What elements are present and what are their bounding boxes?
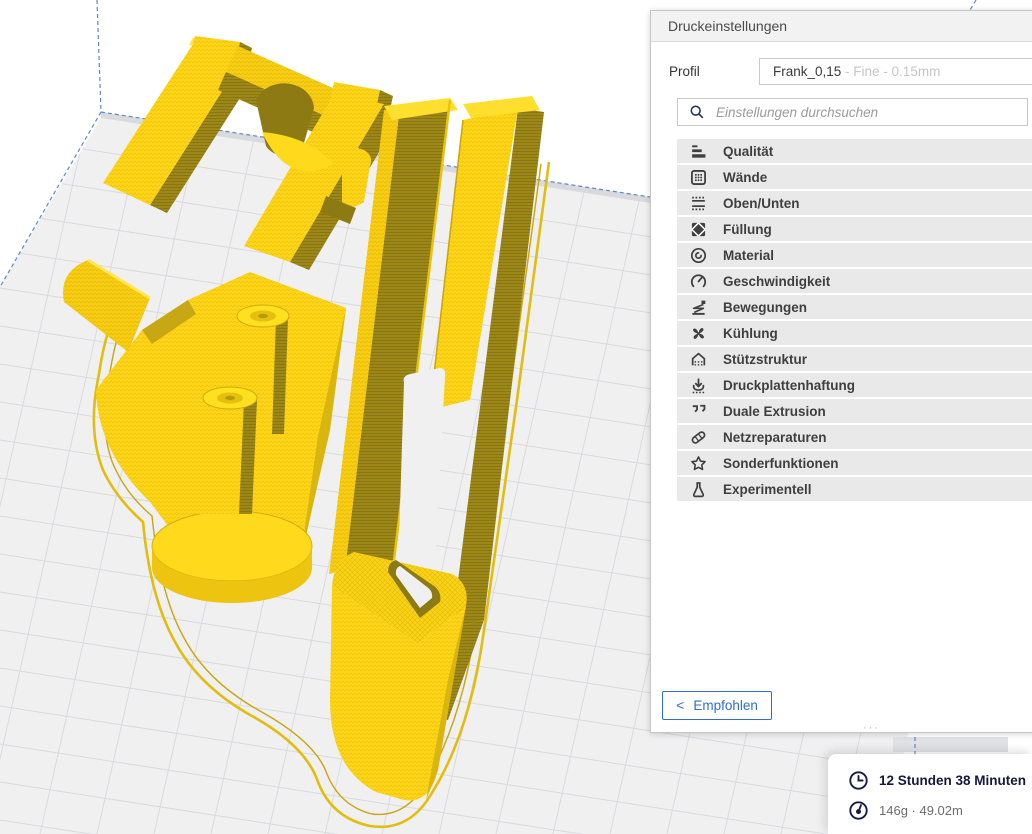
panel-title: Druckeinstellungen [651, 11, 1032, 42]
category-travel[interactable]: Bewegungen [677, 295, 1032, 319]
category-label: Qualität [723, 143, 774, 159]
category-walls[interactable]: Wände [677, 165, 1032, 189]
category-label: Druckplattenhaftung [723, 377, 856, 393]
plate-edge-band [893, 737, 1008, 752]
chevron-left-icon: < [676, 696, 685, 713]
category-support[interactable]: Stützstruktur [677, 347, 1032, 371]
profile-label: Profil [669, 64, 700, 79]
special-modes-icon [690, 454, 708, 472]
material-icon [690, 246, 708, 264]
category-label: Geschwindigkeit [723, 273, 831, 289]
settings-search-input[interactable] [714, 103, 1027, 121]
speed-icon [690, 272, 708, 290]
category-quality[interactable]: Qualität [677, 139, 1032, 163]
travel-icon [690, 298, 708, 316]
profile-value: Frank_0,15 [773, 64, 842, 79]
material-usage-row: 146g · 49.02m [848, 797, 1032, 823]
material-usage-value: 146g · 49.02m [879, 802, 963, 818]
category-label: Experimentell [723, 481, 812, 497]
cura-window: Druckeinstellungen Profil Frank_0,15 - F… [0, 0, 1032, 834]
category-label: Sonderfunktionen [723, 455, 839, 471]
settings-category-list: Qualität Wände Oben/Unten Füllung Material Ge… [651, 139, 1032, 501]
category-special[interactable]: Sonderfunktionen [677, 451, 1032, 475]
category-label: Kühlung [723, 325, 778, 341]
walls-icon [690, 168, 708, 186]
recommended-button-label: Empfohlen [693, 698, 758, 713]
profile-suffix: - Fine - 0.15mm [841, 64, 941, 79]
dual-extrusion-icon [690, 402, 708, 420]
category-label: Stützstruktur [723, 351, 807, 367]
cooling-icon [690, 324, 708, 342]
filament-spool-icon [848, 800, 869, 821]
print-settings-panel: Druckeinstellungen Profil Frank_0,15 - F… [650, 10, 1032, 734]
category-infill[interactable]: Füllung [677, 217, 1032, 241]
category-material[interactable]: Material [677, 243, 1032, 267]
category-experimental[interactable]: Experimentell [677, 477, 1032, 501]
print-time-value: 12 Stunden 38 Minuten [879, 772, 1027, 788]
print-summary-card: 12 Stunden 38 Minuten 146g · 49.02m [828, 754, 1032, 834]
settings-search-box[interactable] [677, 98, 1028, 126]
category-speed[interactable]: Geschwindigkeit [677, 269, 1032, 293]
support-icon [690, 350, 708, 368]
mesh-fixes-icon [690, 428, 708, 446]
search-icon [689, 104, 705, 120]
category-meshfixes[interactable]: Netzreparaturen [677, 425, 1032, 449]
category-label: Netzreparaturen [723, 429, 827, 445]
panel-resize-handle[interactable]: ··· [863, 722, 880, 734]
top-bottom-icon [690, 194, 708, 212]
category-label: Oben/Unten [723, 195, 800, 211]
category-label: Material [723, 247, 775, 263]
category-adhesion[interactable]: Druckplattenhaftung [677, 373, 1032, 397]
category-label: Wände [723, 169, 768, 185]
clock-icon [848, 770, 869, 791]
print-time-row: 12 Stunden 38 Minuten [848, 767, 1032, 793]
category-label: Duale Extrusion [723, 403, 826, 419]
infill-icon [690, 220, 708, 238]
profile-dropdown[interactable]: Frank_0,15 - Fine - 0.15mm [759, 58, 1032, 85]
profile-row: Profil Frank_0,15 - Fine - 0.15mm [651, 58, 1032, 85]
quality-icon [690, 142, 708, 160]
category-dual[interactable]: Duale Extrusion [677, 399, 1032, 423]
adhesion-icon [690, 376, 708, 394]
experimental-icon [690, 480, 708, 498]
category-label: Füllung [723, 221, 772, 237]
category-label: Bewegungen [723, 299, 808, 315]
category-topbottom[interactable]: Oben/Unten [677, 191, 1032, 215]
recommended-mode-button[interactable]: < Empfohlen [662, 691, 772, 720]
category-cooling[interactable]: Kühlung [677, 321, 1032, 345]
